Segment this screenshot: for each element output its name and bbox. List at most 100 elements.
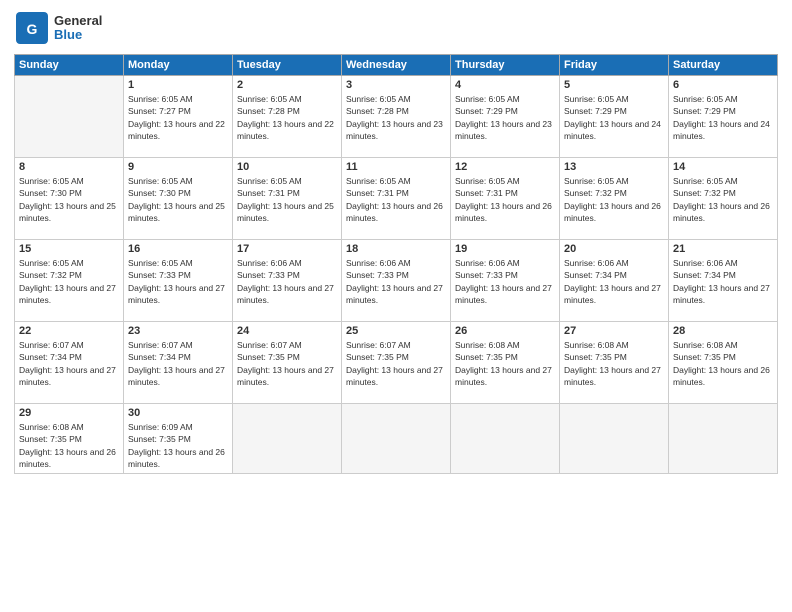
day-number: 24 (237, 325, 337, 337)
calendar-week-5: 29 Sunrise: 6:08 AM Sunset: 7:35 PM Dayl… (15, 404, 778, 474)
day-number: 16 (128, 243, 228, 255)
calendar-cell: 8 Sunrise: 6:05 AM Sunset: 7:30 PM Dayli… (15, 158, 124, 240)
calendar-cell (15, 76, 124, 158)
day-number: 6 (673, 79, 773, 91)
calendar-cell (451, 404, 560, 474)
day-number: 8 (19, 161, 119, 173)
logo-text-blue: Blue (54, 28, 102, 42)
day-number: 11 (346, 161, 446, 173)
day-number: 14 (673, 161, 773, 173)
calendar-cell: 20 Sunrise: 6:06 AM Sunset: 7:34 PM Dayl… (560, 240, 669, 322)
day-number: 1 (128, 79, 228, 91)
calendar-cell: 22 Sunrise: 6:07 AM Sunset: 7:34 PM Dayl… (15, 322, 124, 404)
logo: G General Blue (14, 10, 102, 46)
day-number: 17 (237, 243, 337, 255)
day-number: 28 (673, 325, 773, 337)
calendar-cell: 1 Sunrise: 6:05 AM Sunset: 7:27 PM Dayli… (124, 76, 233, 158)
calendar-cell: 30 Sunrise: 6:09 AM Sunset: 7:35 PM Dayl… (124, 404, 233, 474)
day-info: Sunrise: 6:07 AM Sunset: 7:34 PM Dayligh… (128, 339, 228, 388)
logo-svg: G (14, 10, 50, 46)
calendar-cell (669, 404, 778, 474)
calendar-week-4: 22 Sunrise: 6:07 AM Sunset: 7:34 PM Dayl… (15, 322, 778, 404)
day-info: Sunrise: 6:06 AM Sunset: 7:34 PM Dayligh… (673, 257, 773, 306)
day-number: 10 (237, 161, 337, 173)
calendar-cell: 19 Sunrise: 6:06 AM Sunset: 7:33 PM Dayl… (451, 240, 560, 322)
day-info: Sunrise: 6:05 AM Sunset: 7:28 PM Dayligh… (346, 93, 446, 142)
day-number: 20 (564, 243, 664, 255)
calendar-cell (560, 404, 669, 474)
day-number: 23 (128, 325, 228, 337)
svg-text:G: G (27, 21, 38, 37)
calendar-table: SundayMondayTuesdayWednesdayThursdayFrid… (14, 54, 778, 474)
day-info: Sunrise: 6:08 AM Sunset: 7:35 PM Dayligh… (455, 339, 555, 388)
calendar-header-row: SundayMondayTuesdayWednesdayThursdayFrid… (15, 55, 778, 76)
calendar-cell: 2 Sunrise: 6:05 AM Sunset: 7:28 PM Dayli… (233, 76, 342, 158)
col-header-saturday: Saturday (669, 55, 778, 76)
day-info: Sunrise: 6:06 AM Sunset: 7:33 PM Dayligh… (346, 257, 446, 306)
day-number: 4 (455, 79, 555, 91)
col-header-wednesday: Wednesday (342, 55, 451, 76)
calendar-cell: 10 Sunrise: 6:05 AM Sunset: 7:31 PM Dayl… (233, 158, 342, 240)
day-info: Sunrise: 6:05 AM Sunset: 7:32 PM Dayligh… (564, 175, 664, 224)
calendar-cell: 9 Sunrise: 6:05 AM Sunset: 7:30 PM Dayli… (124, 158, 233, 240)
calendar-cell: 14 Sunrise: 6:05 AM Sunset: 7:32 PM Dayl… (669, 158, 778, 240)
day-number: 19 (455, 243, 555, 255)
day-info: Sunrise: 6:07 AM Sunset: 7:35 PM Dayligh… (237, 339, 337, 388)
day-info: Sunrise: 6:05 AM Sunset: 7:33 PM Dayligh… (128, 257, 228, 306)
day-info: Sunrise: 6:05 AM Sunset: 7:32 PM Dayligh… (19, 257, 119, 306)
day-info: Sunrise: 6:05 AM Sunset: 7:29 PM Dayligh… (455, 93, 555, 142)
calendar-cell: 13 Sunrise: 6:05 AM Sunset: 7:32 PM Dayl… (560, 158, 669, 240)
day-number: 25 (346, 325, 446, 337)
day-number: 13 (564, 161, 664, 173)
day-number: 26 (455, 325, 555, 337)
calendar-cell: 18 Sunrise: 6:06 AM Sunset: 7:33 PM Dayl… (342, 240, 451, 322)
day-number: 22 (19, 325, 119, 337)
calendar-cell: 12 Sunrise: 6:05 AM Sunset: 7:31 PM Dayl… (451, 158, 560, 240)
calendar-cell: 24 Sunrise: 6:07 AM Sunset: 7:35 PM Dayl… (233, 322, 342, 404)
day-info: Sunrise: 6:06 AM Sunset: 7:33 PM Dayligh… (237, 257, 337, 306)
day-info: Sunrise: 6:09 AM Sunset: 7:35 PM Dayligh… (128, 421, 228, 470)
day-info: Sunrise: 6:06 AM Sunset: 7:33 PM Dayligh… (455, 257, 555, 306)
col-header-monday: Monday (124, 55, 233, 76)
day-number: 2 (237, 79, 337, 91)
logo-text-general: General (54, 14, 102, 28)
day-info: Sunrise: 6:07 AM Sunset: 7:35 PM Dayligh… (346, 339, 446, 388)
calendar-cell: 26 Sunrise: 6:08 AM Sunset: 7:35 PM Dayl… (451, 322, 560, 404)
header: G General Blue (14, 10, 778, 46)
day-number: 12 (455, 161, 555, 173)
day-info: Sunrise: 6:05 AM Sunset: 7:29 PM Dayligh… (564, 93, 664, 142)
page: G General Blue SundayMondayTuesdayWednes… (0, 0, 792, 612)
day-info: Sunrise: 6:05 AM Sunset: 7:29 PM Dayligh… (673, 93, 773, 142)
day-number: 21 (673, 243, 773, 255)
day-number: 27 (564, 325, 664, 337)
day-number: 3 (346, 79, 446, 91)
day-number: 30 (128, 407, 228, 419)
col-header-friday: Friday (560, 55, 669, 76)
col-header-tuesday: Tuesday (233, 55, 342, 76)
day-info: Sunrise: 6:06 AM Sunset: 7:34 PM Dayligh… (564, 257, 664, 306)
calendar-cell: 16 Sunrise: 6:05 AM Sunset: 7:33 PM Dayl… (124, 240, 233, 322)
day-info: Sunrise: 6:05 AM Sunset: 7:27 PM Dayligh… (128, 93, 228, 142)
calendar-cell: 11 Sunrise: 6:05 AM Sunset: 7:31 PM Dayl… (342, 158, 451, 240)
calendar-cell: 17 Sunrise: 6:06 AM Sunset: 7:33 PM Dayl… (233, 240, 342, 322)
day-number: 29 (19, 407, 119, 419)
day-info: Sunrise: 6:05 AM Sunset: 7:30 PM Dayligh… (19, 175, 119, 224)
day-info: Sunrise: 6:05 AM Sunset: 7:28 PM Dayligh… (237, 93, 337, 142)
day-info: Sunrise: 6:05 AM Sunset: 7:31 PM Dayligh… (346, 175, 446, 224)
day-info: Sunrise: 6:05 AM Sunset: 7:31 PM Dayligh… (455, 175, 555, 224)
day-info: Sunrise: 6:08 AM Sunset: 7:35 PM Dayligh… (564, 339, 664, 388)
calendar-cell: 5 Sunrise: 6:05 AM Sunset: 7:29 PM Dayli… (560, 76, 669, 158)
calendar-cell: 28 Sunrise: 6:08 AM Sunset: 7:35 PM Dayl… (669, 322, 778, 404)
calendar-cell (233, 404, 342, 474)
calendar-cell: 6 Sunrise: 6:05 AM Sunset: 7:29 PM Dayli… (669, 76, 778, 158)
calendar-cell: 29 Sunrise: 6:08 AM Sunset: 7:35 PM Dayl… (15, 404, 124, 474)
day-info: Sunrise: 6:05 AM Sunset: 7:31 PM Dayligh… (237, 175, 337, 224)
col-header-thursday: Thursday (451, 55, 560, 76)
calendar-cell (342, 404, 451, 474)
day-number: 15 (19, 243, 119, 255)
calendar-cell: 4 Sunrise: 6:05 AM Sunset: 7:29 PM Dayli… (451, 76, 560, 158)
day-info: Sunrise: 6:08 AM Sunset: 7:35 PM Dayligh… (673, 339, 773, 388)
day-info: Sunrise: 6:05 AM Sunset: 7:32 PM Dayligh… (673, 175, 773, 224)
calendar-cell: 15 Sunrise: 6:05 AM Sunset: 7:32 PM Dayl… (15, 240, 124, 322)
calendar-cell: 25 Sunrise: 6:07 AM Sunset: 7:35 PM Dayl… (342, 322, 451, 404)
